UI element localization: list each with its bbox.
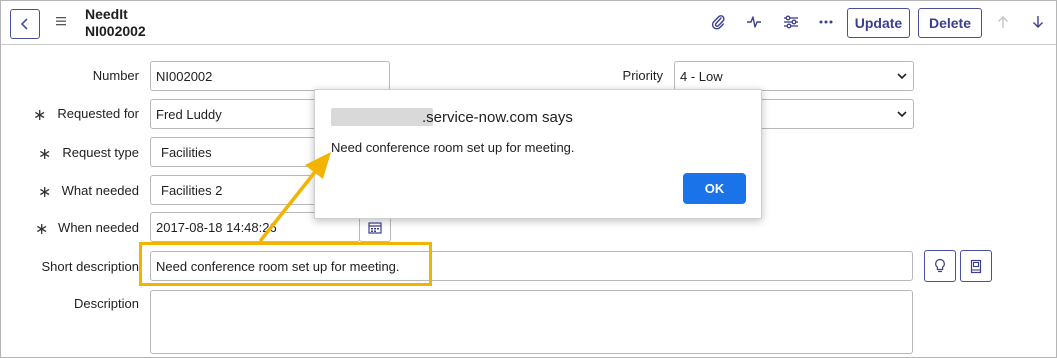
arrow-down-icon[interactable] bbox=[1029, 13, 1047, 31]
required-marker: ∗ bbox=[33, 107, 47, 124]
arrow-up-icon[interactable] bbox=[994, 13, 1012, 31]
number-field[interactable]: NI002002 bbox=[150, 61, 390, 91]
paperclip-icon[interactable] bbox=[709, 13, 727, 31]
when-needed-label: When needed bbox=[58, 220, 139, 235]
back-button[interactable] bbox=[10, 9, 40, 39]
description-label: Description bbox=[73, 296, 139, 311]
calendar-icon bbox=[368, 221, 382, 234]
activity-icon[interactable] bbox=[745, 13, 763, 31]
book-icon bbox=[970, 259, 982, 273]
delete-button[interactable]: Delete bbox=[918, 8, 982, 38]
required-marker: ∗ bbox=[38, 146, 52, 163]
requested-for-label: Requested for bbox=[57, 106, 139, 121]
chevron-down-icon bbox=[897, 73, 907, 80]
dialog-message: Need conference room set up for meeting. bbox=[331, 140, 575, 155]
settings-sliders-icon[interactable] bbox=[782, 13, 800, 31]
dialog-title: .service-now.com says bbox=[422, 109, 573, 126]
request-type-label: Request type bbox=[62, 145, 139, 160]
priority-value: 4 - Low bbox=[680, 69, 723, 84]
description-textarea[interactable] bbox=[150, 290, 913, 354]
priority-select[interactable]: 4 - Low bbox=[674, 61, 914, 91]
redacted-hostname bbox=[331, 108, 433, 126]
required-marker: ∗ bbox=[38, 184, 52, 201]
ok-button[interactable]: OK bbox=[683, 173, 746, 204]
more-options-icon[interactable] bbox=[817, 13, 835, 31]
priority-label: Priority bbox=[622, 68, 663, 83]
number-label: Number bbox=[92, 68, 139, 83]
form-header: NeedIt NI002002 Update Delete bbox=[1, 1, 1056, 45]
chevron-down-icon bbox=[897, 111, 907, 118]
short-description-label: Short description bbox=[41, 259, 139, 274]
required-marker: ∗ bbox=[35, 221, 49, 238]
form-window: NeedIt NI002002 Update Delete Number ∗ R… bbox=[0, 0, 1057, 358]
highlight-box bbox=[139, 242, 432, 286]
lightbulb-icon bbox=[935, 258, 945, 273]
update-button[interactable]: Update bbox=[847, 8, 910, 38]
suggestion-button[interactable] bbox=[924, 250, 956, 282]
form-title: NeedIt bbox=[85, 6, 128, 22]
knowledge-button[interactable] bbox=[960, 250, 992, 282]
what-needed-label: What needed bbox=[61, 183, 139, 198]
alert-dialog: .service-now.com says Need conference ro… bbox=[314, 89, 762, 219]
record-number: NI002002 bbox=[85, 23, 146, 39]
back-icon bbox=[20, 18, 28, 30]
hamburger-menu-icon[interactable] bbox=[55, 15, 67, 27]
